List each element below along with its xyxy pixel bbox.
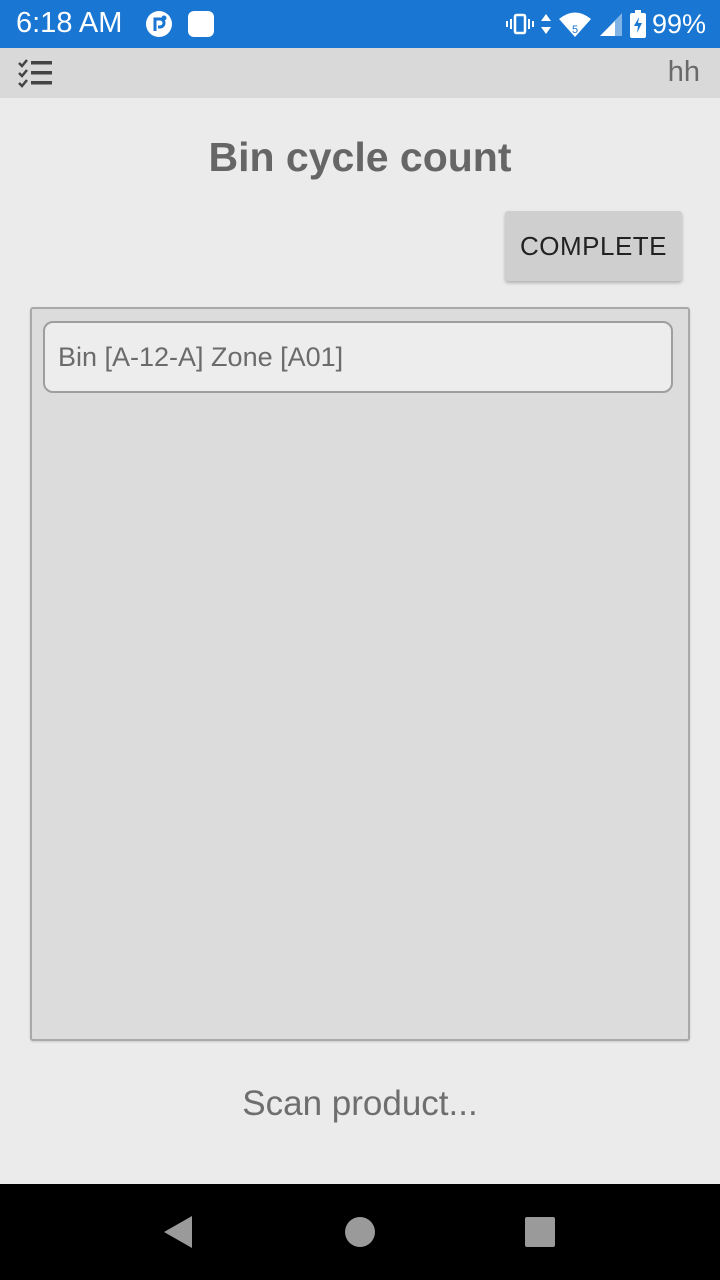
navigation-bar bbox=[0, 1184, 720, 1280]
vibrate-icon bbox=[505, 13, 534, 35]
bin-list-item[interactable]: Bin [A-12-A] Zone [A01] bbox=[43, 321, 673, 393]
battery-charging-icon bbox=[629, 10, 646, 38]
data-arrows-icon bbox=[540, 14, 551, 34]
scan-product-prompt: Scan product... bbox=[242, 1084, 478, 1123]
square-notification-icon bbox=[188, 11, 214, 37]
status-time: 6:18 AM bbox=[16, 7, 123, 39]
checklist-icon[interactable] bbox=[18, 58, 54, 88]
bin-list-panel[interactable]: Bin [A-12-A] Zone [A01] bbox=[30, 307, 690, 1041]
app-bar: hh bbox=[0, 48, 720, 98]
status-right-group: 5 99% bbox=[505, 6, 706, 42]
recents-icon[interactable] bbox=[520, 1214, 560, 1250]
network-badge: 5 bbox=[572, 24, 578, 36]
signal-icon bbox=[599, 13, 622, 36]
main-content: Bin cycle count COMPLETE Bin [A-12-A] Zo… bbox=[0, 98, 720, 1184]
app-notification-icon bbox=[146, 11, 172, 37]
back-icon[interactable] bbox=[160, 1214, 200, 1250]
status-bar: 6:18 AM 5 99% bbox=[0, 0, 720, 48]
home-icon[interactable] bbox=[340, 1214, 380, 1250]
complete-button[interactable]: COMPLETE bbox=[505, 211, 682, 281]
battery-level: 99% bbox=[651, 8, 706, 39]
wifi-icon: 5 bbox=[558, 12, 591, 37]
user-name[interactable]: hh bbox=[668, 56, 700, 89]
page-title: Bin cycle count bbox=[208, 134, 512, 180]
